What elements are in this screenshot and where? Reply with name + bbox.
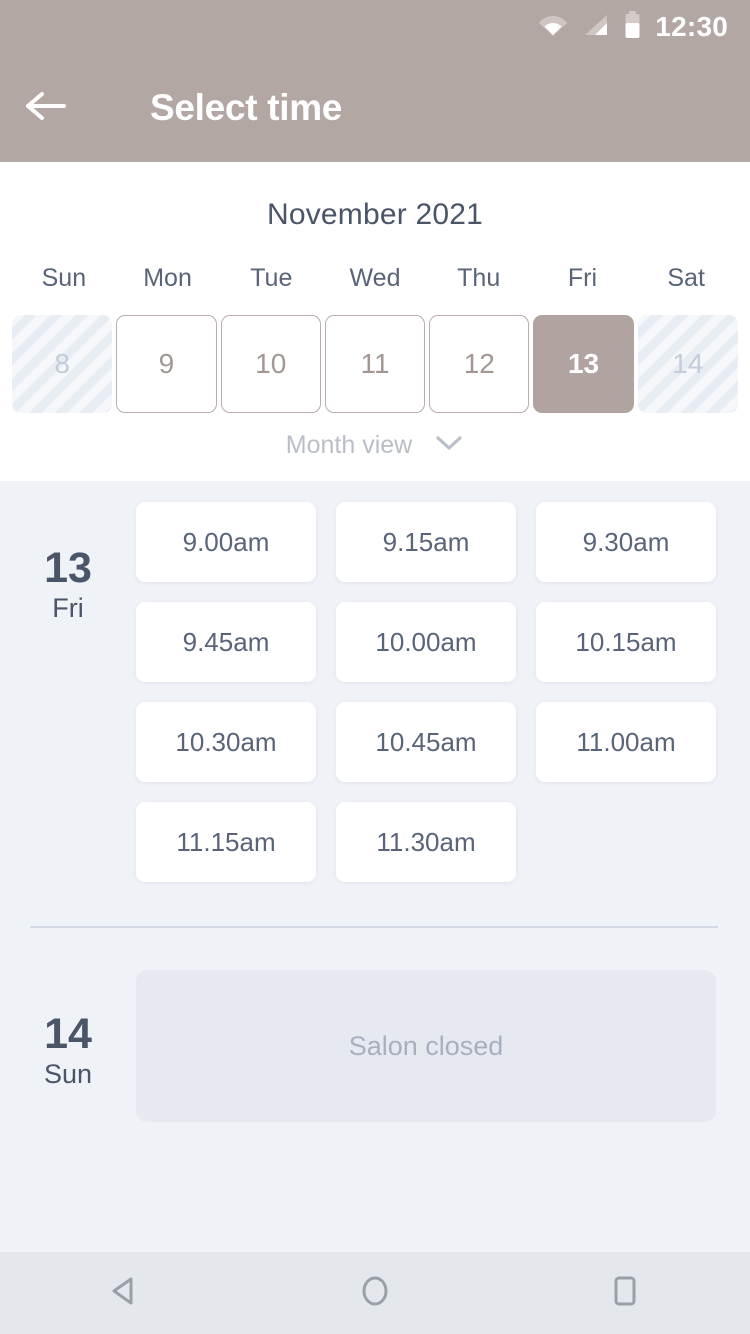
- day-block-14: 14 Sun Salon closed: [0, 928, 750, 1122]
- weekday-label: Sun: [41, 264, 87, 292]
- wifi-icon: [538, 13, 568, 42]
- status-bar-clock: 12:30: [655, 11, 728, 42]
- time-slot[interactable]: 9.30am: [536, 502, 716, 582]
- date-cell-13[interactable]: 13: [533, 315, 634, 413]
- date-cell-11[interactable]: 11: [324, 315, 426, 413]
- time-slot[interactable]: 9.15am: [336, 502, 516, 582]
- time-slot[interactable]: 11.15am: [136, 802, 316, 882]
- nav-back-icon: [105, 1271, 145, 1316]
- day-block-13: 13 Fri 9.00am 9.15am 9.30am 9.45am 10.00…: [0, 481, 750, 882]
- weekday-label: Thu: [457, 264, 501, 292]
- time-slot[interactable]: 10.15am: [536, 602, 716, 682]
- day-number: 14: [44, 1010, 92, 1058]
- time-slot[interactable]: 11.00am: [536, 702, 716, 782]
- salon-closed-box: Salon closed: [136, 970, 716, 1122]
- status-bar: 12:30: [0, 0, 750, 54]
- back-arrow-icon: [24, 89, 68, 128]
- time-slot[interactable]: 9.45am: [136, 602, 316, 682]
- time-slot[interactable]: 9.00am: [136, 502, 316, 582]
- nav-recents-button[interactable]: [565, 1252, 685, 1334]
- nav-home-icon: [355, 1271, 395, 1316]
- time-slot-grid: 9.00am 9.15am 9.30am 9.45am 10.00am 10.1…: [136, 502, 750, 882]
- weekday-label: Wed: [349, 264, 401, 292]
- time-slot[interactable]: 10.30am: [136, 702, 316, 782]
- phone-screen: 12:30 Select time November 2021 Sun Mon …: [0, 0, 750, 1334]
- calendar-panel: November 2021 Sun Mon Tue Wed Thu Fri Sa…: [0, 162, 750, 481]
- weekday-label: Tue: [250, 264, 293, 292]
- date-cell-8: 8: [12, 315, 113, 413]
- battery-icon: [624, 10, 641, 44]
- weekday-label: Mon: [143, 264, 192, 292]
- nav-back-button[interactable]: [65, 1252, 185, 1334]
- day-of-week: Sun: [43, 1059, 93, 1090]
- date-strip: 8 9 10 11 12 13 14: [0, 315, 750, 413]
- weekday-label: Fri: [567, 264, 597, 292]
- date-cell-14: 14: [637, 315, 738, 413]
- back-button[interactable]: [0, 54, 92, 162]
- nav-home-button[interactable]: [315, 1252, 435, 1334]
- time-slot[interactable]: 10.45am: [336, 702, 516, 782]
- date-cell-9[interactable]: 9: [116, 315, 217, 413]
- month-view-label: Month view: [285, 431, 413, 459]
- month-view-toggle[interactable]: Month view: [0, 431, 750, 460]
- weekday-label: Sat: [667, 264, 705, 292]
- date-cell-12[interactable]: 12: [429, 315, 530, 413]
- time-slot[interactable]: 10.00am: [336, 602, 516, 682]
- weekday-header-row: Sun Mon Tue Wed Thu Fri Sat: [0, 264, 750, 293]
- schedule-content: 13 Fri 9.00am 9.15am 9.30am 9.45am 10.00…: [0, 481, 750, 1252]
- date-cell-10[interactable]: 10: [220, 315, 321, 413]
- page-title: Select time: [150, 87, 343, 128]
- day-label-14: 14 Sun: [0, 970, 136, 1122]
- nav-recents-icon: [605, 1271, 645, 1316]
- cellular-signal-icon: [582, 13, 610, 42]
- android-nav-bar: [0, 1252, 750, 1334]
- day-label-13: 13 Fri: [0, 502, 136, 882]
- time-slot[interactable]: 11.30am: [336, 802, 516, 882]
- app-bar: Select time: [0, 54, 750, 162]
- calendar-month-title: November 2021: [266, 198, 484, 231]
- day-of-week: Fri: [52, 593, 84, 624]
- chevron-down-icon: [434, 434, 464, 457]
- day-number: 13: [44, 544, 92, 592]
